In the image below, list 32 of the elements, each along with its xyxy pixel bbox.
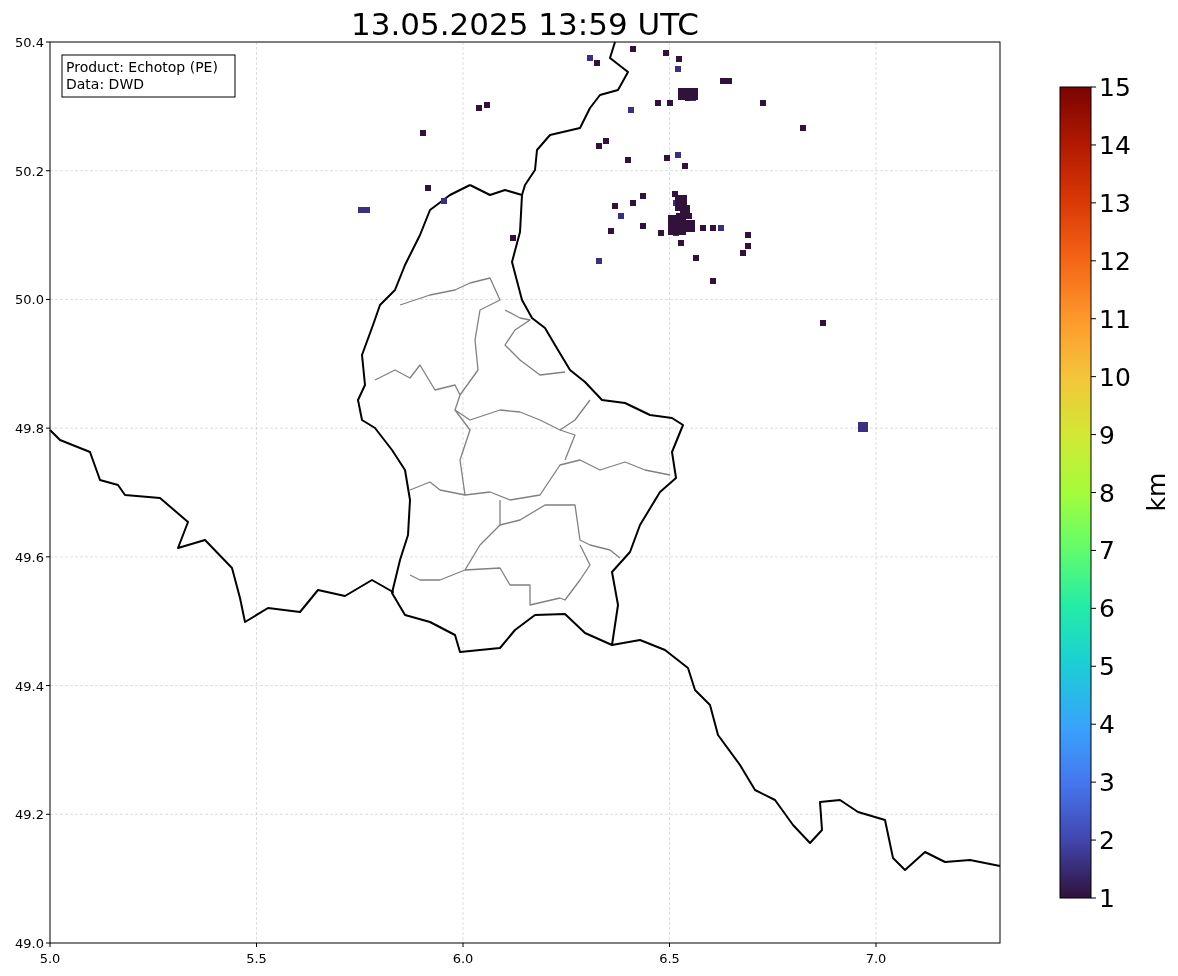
info-text: Product: Echotop (PE): [66, 59, 218, 75]
y-tick-label: 49.4: [15, 678, 44, 694]
y-tick-label: 50.4: [15, 35, 44, 50]
colorbar-tick-label: 6: [1099, 594, 1115, 624]
colorbar-tick-label: 7: [1099, 536, 1115, 566]
colorbar-tick-label: 13: [1099, 188, 1131, 218]
x-tick-label: 6.0: [452, 951, 474, 966]
colorbar-tick-label: 8: [1099, 478, 1115, 508]
x-tick-label: 6.5: [659, 951, 680, 966]
y-tick-label: 50.0: [15, 292, 44, 308]
info-text: Data: DWD: [66, 76, 144, 92]
x-tick-label: 5.5: [246, 951, 267, 966]
y-tick-label: 49.6: [15, 549, 44, 565]
colorbar-tick-label: 3: [1099, 768, 1115, 798]
x-tick-label: 7.0: [865, 951, 887, 966]
x-tick-label: 5.0: [39, 951, 61, 966]
y-tick-label: 49.8: [15, 421, 44, 437]
y-tick-label: 50.2: [15, 163, 44, 179]
colorbar-tick-label: 1: [1099, 884, 1115, 913]
colorbar-tick-label: 15: [1099, 73, 1131, 102]
colorbar-tick-label: 12: [1099, 246, 1131, 276]
colorbar-tick-label: 5: [1099, 652, 1115, 682]
colorbar-tick-label: 10: [1099, 362, 1131, 392]
colorbar-tick-label: 14: [1099, 130, 1131, 160]
colorbar-tick-label: 9: [1099, 420, 1115, 450]
colorbar-tick-label: 4: [1099, 710, 1115, 740]
chart-title: 13.05.2025 13:59 UTC: [351, 6, 699, 42]
colorbar-tick-label: 11: [1099, 304, 1131, 334]
colorbar-label: km: [1142, 472, 1171, 512]
y-tick-label: 49.0: [15, 936, 44, 951]
y-tick-label: 49.2: [15, 807, 44, 823]
colorbar-tick-label: 2: [1099, 826, 1115, 856]
